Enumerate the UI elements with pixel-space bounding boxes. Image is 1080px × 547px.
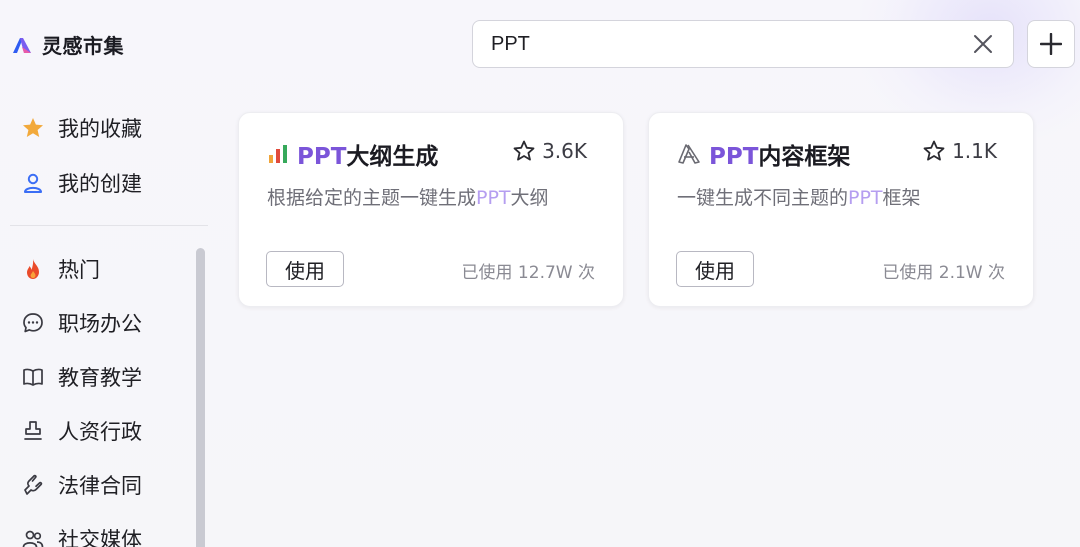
fire-icon	[20, 256, 46, 282]
card-description: 一键生成不同主题的PPT框架	[677, 187, 921, 209]
sidebar-item-label: 我的收藏	[58, 117, 142, 141]
add-button[interactable]	[1027, 20, 1075, 68]
hand-icon	[20, 472, 46, 498]
sidebar-item-label: 热门	[58, 258, 100, 282]
usage-count: 已使用 12.7W 次	[461, 263, 595, 283]
search-input[interactable]	[491, 32, 969, 56]
template-card[interactable]: PPT大纲生成 3.6K 根据给定的主题一键生成PPT大纲 使用 已使用 12.…	[238, 112, 624, 307]
brand-name: 灵感市集	[42, 34, 124, 58]
star-icon	[20, 115, 46, 141]
clear-search-button[interactable]	[969, 30, 997, 58]
app-root: 灵感市集 我的收藏 我的创建	[0, 0, 1080, 547]
star-outline-icon	[923, 140, 945, 161]
frame-icon	[678, 144, 700, 164]
star-outline-icon	[513, 140, 535, 161]
people-icon	[20, 526, 46, 547]
card-title: PPT大纲生成	[297, 144, 439, 170]
sidebar-item-legal[interactable]: 法律合同	[20, 469, 142, 501]
sidebar-item-favorites[interactable]: 我的收藏	[20, 112, 142, 144]
brand-logo-icon	[13, 37, 31, 53]
card-description: 根据给定的主题一键生成PPT大纲	[267, 187, 549, 209]
sidebar-item-label: 我的创建	[58, 172, 142, 196]
sidebar-item-my-creations[interactable]: 我的创建	[20, 167, 142, 199]
book-icon	[20, 364, 46, 390]
sidebar-divider	[10, 225, 208, 226]
close-icon	[974, 35, 992, 53]
stamp-icon	[20, 418, 46, 444]
user-icon	[20, 170, 46, 196]
sidebar-item-social-media[interactable]: 社交媒体	[20, 523, 142, 547]
sidebar-item-label: 教育教学	[58, 366, 142, 390]
sidebar-item-hr-admin[interactable]: 人资行政	[20, 415, 142, 447]
scrollbar-thumb[interactable]	[196, 248, 205, 547]
card-title-row: PPT内容框架	[677, 137, 850, 171]
sidebar-item-label: 法律合同	[58, 474, 142, 498]
brand[interactable]: 灵感市集	[10, 30, 124, 59]
sidebar: 我的收藏 我的创建 热门 职场办公 教育教学 人资行政 法律合同 社交媒体	[0, 100, 210, 547]
sidebar-item-education[interactable]: 教育教学	[20, 361, 142, 393]
chat-bubble-icon	[20, 310, 46, 336]
sidebar-item-hot[interactable]: 热门	[20, 253, 100, 285]
search-box	[472, 20, 1014, 68]
sidebar-item-label: 人资行政	[58, 420, 142, 444]
favorite-count[interactable]: 1.1K	[922, 139, 997, 163]
card-title-row: PPT大纲生成	[267, 137, 438, 171]
usage-count: 已使用 2.1W 次	[882, 263, 1005, 283]
template-card[interactable]: PPT内容框架 1.1K 一键生成不同主题的PPT框架 使用 已使用 2.1W …	[648, 112, 1034, 307]
sidebar-item-label: 社交媒体	[58, 528, 142, 547]
sidebar-item-label: 职场办公	[58, 312, 142, 336]
card-title: PPT内容框架	[709, 144, 851, 170]
use-button[interactable]: 使用	[676, 251, 754, 287]
favorite-count[interactable]: 3.6K	[512, 139, 587, 163]
plus-icon	[1040, 33, 1062, 55]
sidebar-item-office[interactable]: 职场办公	[20, 307, 142, 339]
use-button[interactable]: 使用	[266, 251, 344, 287]
sidebar-scrollbar[interactable]	[196, 248, 205, 547]
bar-chart-icon	[269, 145, 287, 163]
